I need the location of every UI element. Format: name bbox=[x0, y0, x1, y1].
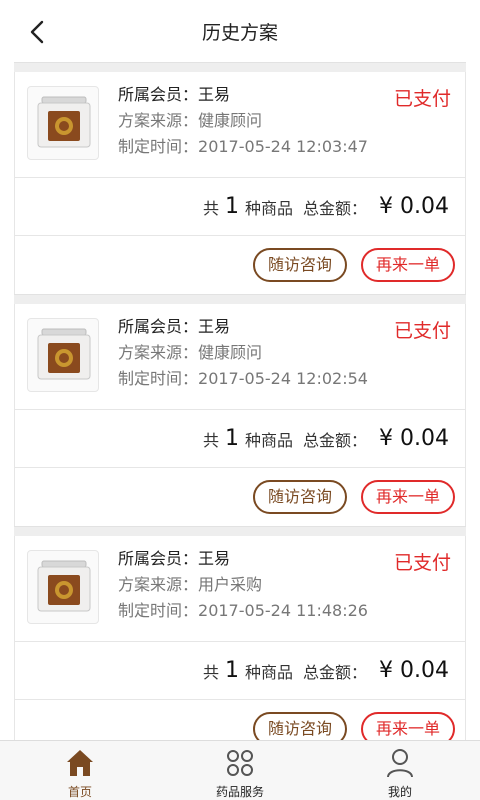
order-info: 所属会员：王易 方案来源：健康顾问 制定时间：2017-05-24 12:02:… bbox=[118, 314, 368, 392]
member-label: 所属会员： bbox=[118, 549, 199, 568]
home-icon bbox=[67, 750, 93, 776]
time-value: 2017-05-24 12:02:54 bbox=[198, 369, 368, 388]
order-card[interactable]: 所属会员：王易 方案来源：用户采购 制定时间：2017-05-24 11:48:… bbox=[14, 536, 466, 740]
source-label: 方案来源： bbox=[118, 575, 199, 594]
order-actions: 随访咨询 再来一单 bbox=[15, 236, 465, 294]
total-label: 总金额： bbox=[303, 662, 368, 682]
member-label: 所属会员： bbox=[118, 317, 199, 336]
member-label: 所属会员： bbox=[118, 85, 199, 104]
order-actions: 随访咨询 再来一单 bbox=[15, 468, 465, 526]
product-thumbnail bbox=[27, 86, 99, 160]
item-count: 1 bbox=[224, 658, 239, 683]
card-separator bbox=[14, 294, 466, 304]
tab-label: 药品服务 bbox=[215, 785, 264, 799]
tab-label: 首页 bbox=[67, 785, 92, 799]
tab-medicine-service[interactable]: 药品服务 bbox=[160, 741, 320, 800]
order-card[interactable]: 所属会员：王易 方案来源：健康顾问 制定时间：2017-05-24 12:03:… bbox=[14, 72, 466, 294]
total-price: ¥ 0.04 bbox=[379, 194, 449, 219]
item-count: 1 bbox=[224, 194, 239, 219]
source-label: 方案来源： bbox=[118, 111, 199, 130]
member-row: 所属会员：王易 bbox=[118, 82, 368, 108]
order-total-row: 共 1 种商品 总金额： ¥ 0.04 bbox=[15, 410, 465, 468]
card-separator bbox=[14, 526, 466, 536]
time-label: 制定时间： bbox=[118, 137, 199, 156]
count-suffix: 种商品 bbox=[244, 430, 293, 450]
header: 历史方案 bbox=[0, 0, 480, 62]
source-label: 方案来源： bbox=[118, 343, 199, 362]
source-value: 健康顾问 bbox=[198, 343, 263, 362]
user-icon bbox=[387, 749, 413, 778]
reorder-button[interactable]: 再来一单 bbox=[360, 248, 455, 282]
follow-up-consult-button[interactable]: 随访咨询 bbox=[252, 712, 347, 740]
reorder-button[interactable]: 再来一单 bbox=[360, 712, 455, 740]
count-suffix: 种商品 bbox=[244, 198, 293, 218]
order-total-row: 共 1 种商品 总金额： ¥ 0.04 bbox=[15, 642, 465, 700]
source-value: 健康顾问 bbox=[198, 111, 263, 130]
total-price: ¥ 0.04 bbox=[379, 426, 449, 451]
source-row: 方案来源：健康顾问 bbox=[118, 108, 368, 134]
time-label: 制定时间： bbox=[118, 601, 199, 620]
payment-status: 已支付 bbox=[393, 552, 451, 574]
total-price: ¥ 0.04 bbox=[379, 658, 449, 683]
product-thumbnail bbox=[27, 318, 99, 392]
grid-icon bbox=[227, 750, 253, 776]
source-row: 方案来源：健康顾问 bbox=[118, 340, 368, 366]
member-row: 所属会员：王易 bbox=[118, 546, 368, 572]
product-thumbnail bbox=[27, 550, 99, 624]
tab-label: 我的 bbox=[387, 785, 412, 799]
bottom-tab-bar: 首页 药品服务 我的 bbox=[0, 740, 480, 800]
order-info: 所属会员：王易 方案来源：用户采购 制定时间：2017-05-24 11:48:… bbox=[118, 546, 368, 624]
time-row: 制定时间：2017-05-24 12:03:47 bbox=[118, 134, 368, 160]
total-label: 总金额： bbox=[303, 198, 368, 218]
payment-status: 已支付 bbox=[393, 320, 451, 342]
member-name: 王易 bbox=[198, 549, 231, 568]
count-prefix: 共 bbox=[202, 198, 219, 218]
member-row: 所属会员：王易 bbox=[118, 314, 368, 340]
source-row: 方案来源：用户采购 bbox=[118, 572, 368, 598]
order-info: 所属会员：王易 方案来源：健康顾问 制定时间：2017-05-24 12:03:… bbox=[118, 82, 368, 160]
order-summary[interactable]: 所属会员：王易 方案来源：用户采购 制定时间：2017-05-24 11:48:… bbox=[15, 536, 465, 642]
count-prefix: 共 bbox=[202, 662, 219, 682]
reorder-button[interactable]: 再来一单 bbox=[360, 480, 455, 514]
tab-home[interactable]: 首页 bbox=[0, 741, 160, 800]
time-value: 2017-05-24 11:48:26 bbox=[198, 601, 368, 620]
follow-up-consult-button[interactable]: 随访咨询 bbox=[252, 248, 347, 282]
follow-up-consult-button[interactable]: 随访咨询 bbox=[252, 480, 347, 514]
member-name: 王易 bbox=[198, 317, 231, 336]
time-label: 制定时间： bbox=[118, 369, 199, 388]
item-count: 1 bbox=[224, 426, 239, 451]
tab-mine[interactable]: 我的 bbox=[320, 741, 480, 800]
time-value: 2017-05-24 12:03:47 bbox=[198, 137, 368, 156]
order-list[interactable]: 所属会员：王易 方案来源：健康顾问 制定时间：2017-05-24 12:03:… bbox=[0, 62, 480, 740]
count-suffix: 种商品 bbox=[244, 662, 293, 682]
member-name: 王易 bbox=[198, 85, 231, 104]
count-prefix: 共 bbox=[202, 430, 219, 450]
source-value: 用户采购 bbox=[198, 575, 263, 594]
time-row: 制定时间：2017-05-24 11:48:26 bbox=[118, 598, 368, 624]
page-title: 历史方案 bbox=[201, 22, 278, 44]
order-card[interactable]: 所属会员：王易 方案来源：健康顾问 制定时间：2017-05-24 12:02:… bbox=[14, 304, 466, 526]
payment-status: 已支付 bbox=[393, 88, 451, 110]
order-summary[interactable]: 所属会员：王易 方案来源：健康顾问 制定时间：2017-05-24 12:03:… bbox=[15, 72, 465, 178]
total-label: 总金额： bbox=[303, 430, 368, 450]
order-total-row: 共 1 种商品 总金额： ¥ 0.04 bbox=[15, 178, 465, 236]
order-summary[interactable]: 所属会员：王易 方案来源：健康顾问 制定时间：2017-05-24 12:02:… bbox=[15, 304, 465, 410]
card-separator bbox=[14, 62, 466, 72]
time-row: 制定时间：2017-05-24 12:02:54 bbox=[118, 366, 368, 392]
order-actions: 随访咨询 再来一单 bbox=[15, 700, 465, 740]
